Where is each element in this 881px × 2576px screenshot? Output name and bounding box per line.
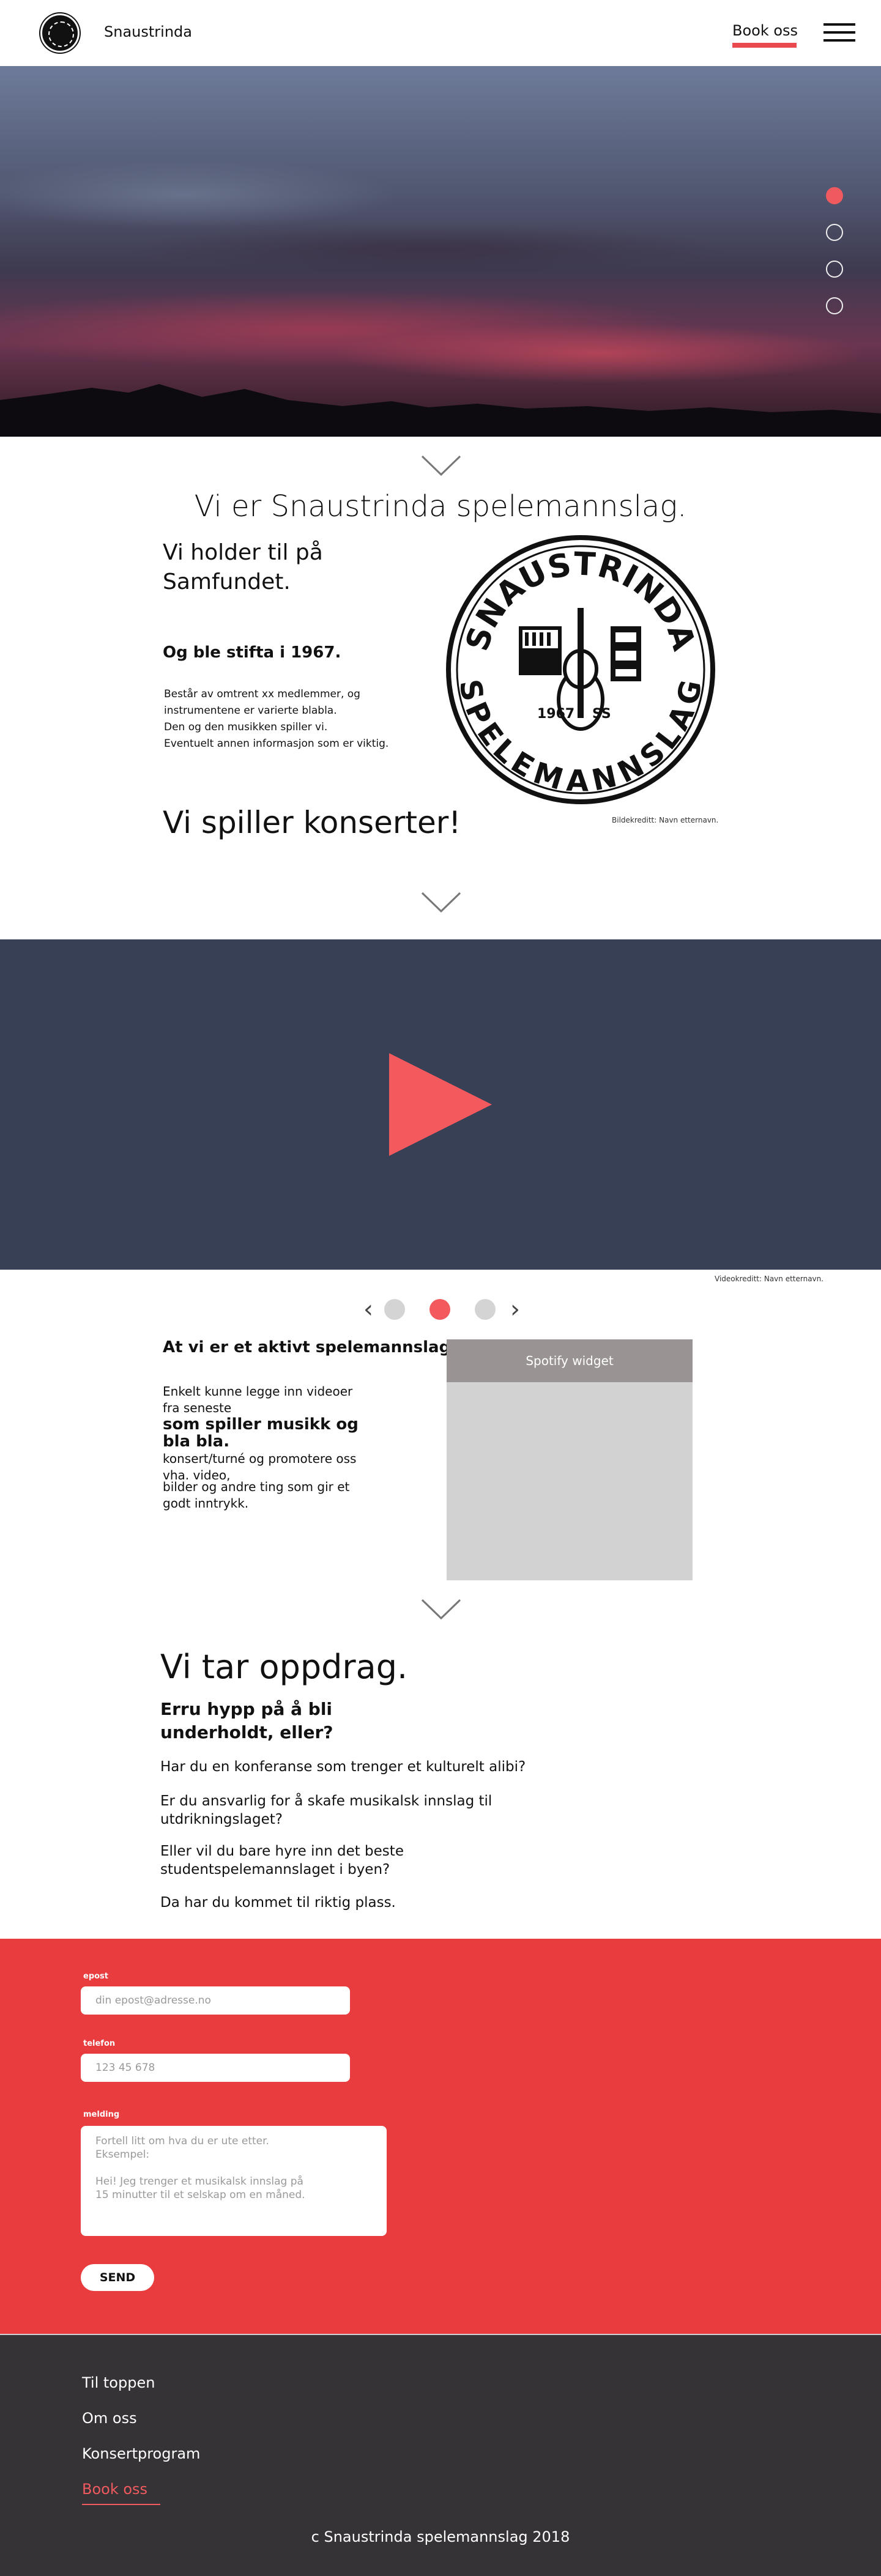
band-seal-logo: SNAUSTRINDA SPELEMANNSLAG 1967 SS bbox=[446, 535, 715, 804]
oppdrag-text: Da har du kommet til riktig plass. bbox=[160, 1895, 396, 1911]
spotify-widget[interactable]: Spotify widget bbox=[447, 1339, 693, 1580]
founded-heading: Og ble stifta i 1967. bbox=[163, 643, 341, 662]
active-text-2: bilder og andre ting som gir et godt inn… bbox=[163, 1479, 350, 1511]
chevron-right-icon[interactable]: › bbox=[510, 1295, 520, 1323]
footer-link-concerts[interactable]: Konsertprogram bbox=[82, 2445, 200, 2462]
seal-initials: SS bbox=[592, 706, 611, 722]
copyright: c Snaustrinda spelemannslag 2018 bbox=[311, 2528, 570, 2545]
book-underline bbox=[732, 43, 797, 48]
video-credit: Videokreditt: Navn etternavn. bbox=[715, 1275, 824, 1283]
oppdrag-text: Er du ansvarlig for å skafe musikalsk in… bbox=[160, 1793, 493, 1827]
chevron-down-icon[interactable] bbox=[421, 890, 461, 915]
message-field[interactable]: Fortell litt om hva du er ute etter. Eks… bbox=[81, 2126, 387, 2236]
book-button[interactable]: Book oss bbox=[732, 22, 798, 39]
brand-name[interactable]: Snaustrinda bbox=[104, 23, 192, 40]
oppdrag-subtitle: Erru hypp på å bli underholdt, eller? bbox=[160, 1699, 333, 1742]
footer-link-about[interactable]: Om oss bbox=[82, 2410, 137, 2427]
phone-label: telefon bbox=[83, 2039, 116, 2048]
email-label: epost bbox=[83, 1972, 109, 1981]
chevron-down-icon[interactable] bbox=[421, 1597, 461, 1622]
slide-dot[interactable] bbox=[826, 297, 843, 314]
active-heading: At vi er et aktivt spelemannslag bbox=[163, 1338, 451, 1356]
site-header: Snaustrinda Book oss bbox=[0, 0, 881, 66]
hero-image bbox=[0, 66, 881, 437]
footer-book-underline bbox=[82, 2504, 160, 2505]
footer-link-top[interactable]: Til toppen bbox=[82, 2374, 155, 2391]
slide-dot[interactable] bbox=[826, 261, 843, 278]
oppdrag-text: Eller vil du bare hyre inn det beste stu… bbox=[160, 1843, 404, 1878]
logo[interactable] bbox=[40, 13, 80, 53]
slide-dot[interactable] bbox=[826, 224, 843, 241]
play-icon[interactable] bbox=[389, 1053, 492, 1156]
footer-link-book[interactable]: Book oss bbox=[82, 2481, 147, 2498]
oppdrag-text: Har du en konferanse som trenger et kult… bbox=[160, 1759, 526, 1775]
email-field[interactable] bbox=[81, 1986, 350, 2015]
video-player[interactable] bbox=[0, 939, 881, 1270]
spotify-widget-title: Spotify widget bbox=[447, 1339, 693, 1382]
slide-dots bbox=[826, 187, 844, 334]
slide-dot[interactable] bbox=[826, 187, 843, 204]
about-subtitle: Vi holder til på Samfundet. bbox=[163, 540, 323, 594]
about-title: Vi er Snaustrinda spelemannslag. bbox=[194, 489, 687, 524]
chevron-left-icon[interactable]: ‹ bbox=[363, 1295, 373, 1323]
site-footer: Til toppen Om oss Konsertprogram Book os… bbox=[0, 2334, 881, 2576]
carousel-dot[interactable] bbox=[475, 1299, 496, 1320]
carousel-dot[interactable] bbox=[384, 1299, 405, 1320]
carousel-dot[interactable] bbox=[429, 1299, 450, 1320]
message-label: melding bbox=[83, 2110, 120, 2119]
image-credit: Bildekreditt: Navn etternavn. bbox=[612, 816, 719, 824]
phone-field[interactable] bbox=[81, 2054, 350, 2082]
seal-year: 1967 bbox=[537, 706, 574, 722]
send-button[interactable]: SEND bbox=[81, 2264, 154, 2291]
concerts-heading: Vi spiller konserter! bbox=[163, 805, 461, 840]
chevron-down-icon[interactable] bbox=[421, 454, 461, 478]
menu-icon[interactable] bbox=[823, 23, 855, 42]
active-text: Enkelt kunne legge inn videoer fra senes… bbox=[163, 1384, 359, 1482]
oppdrag-title: Vi tar oppdrag. bbox=[160, 1648, 408, 1686]
about-text: Består av omtrent xx medlemmer, og instr… bbox=[164, 688, 389, 750]
mountain-silhouette bbox=[0, 384, 881, 437]
